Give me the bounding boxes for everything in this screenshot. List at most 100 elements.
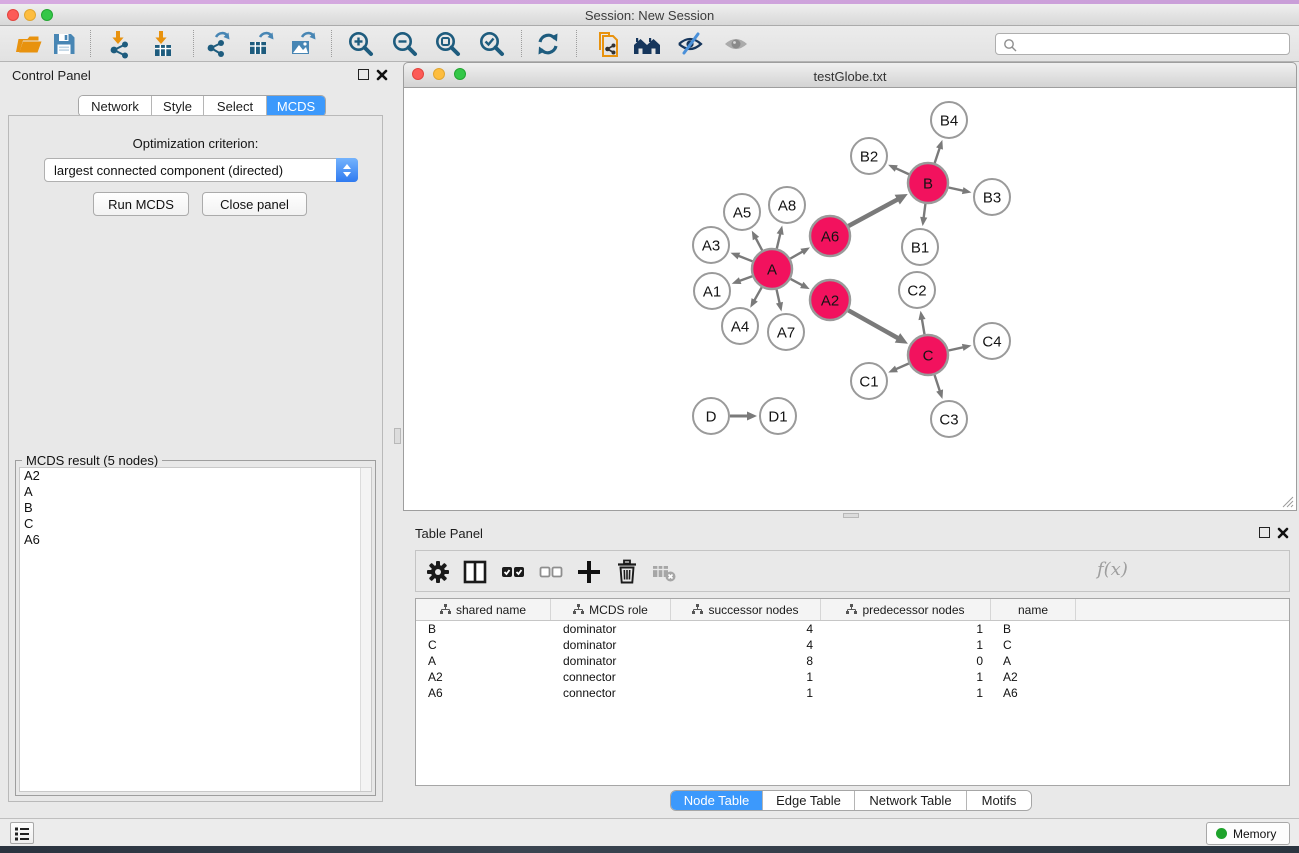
- node-table[interactable]: shared name MCDS role successor nodes pr…: [415, 598, 1290, 786]
- resize-grip-icon[interactable]: [1281, 495, 1294, 508]
- graph-edge[interactable]: [777, 289, 780, 303]
- close-panel-icon[interactable]: [376, 68, 388, 86]
- zoom-fit-icon[interactable]: [433, 29, 463, 59]
- open-session-icon[interactable]: [13, 29, 43, 59]
- network-canvas[interactable]: B4B2BB3A5A8A6A3B1AA1A2C2A4A7C4CC1C3DD1: [403, 88, 1297, 511]
- function-builder-icon[interactable]: f(x): [1097, 559, 1128, 580]
- clear-table-icon[interactable]: [650, 558, 678, 586]
- table-cell[interactable]: A: [991, 653, 1076, 669]
- show-graphics-icon[interactable]: [675, 29, 705, 59]
- table-cell[interactable]: connector: [551, 685, 671, 701]
- mcds-result-item[interactable]: C: [20, 516, 371, 532]
- mcds-result-item[interactable]: A: [20, 484, 371, 500]
- zoom-out-icon[interactable]: [390, 29, 420, 59]
- table-cell[interactable]: B: [416, 621, 551, 637]
- table-cell[interactable]: 1: [821, 637, 991, 653]
- mcds-result-item[interactable]: A6: [20, 532, 371, 548]
- column-header-mcds-role[interactable]: MCDS role: [551, 599, 671, 620]
- graph-edge[interactable]: [895, 168, 909, 174]
- close-panel-icon[interactable]: [1277, 526, 1289, 544]
- table-cell[interactable]: A6: [416, 685, 551, 701]
- tab-edge-table[interactable]: Edge Table: [763, 791, 855, 810]
- table-cell[interactable]: dominator: [551, 653, 671, 669]
- table-cell[interactable]: C: [991, 637, 1076, 653]
- zoom-in-icon[interactable]: [346, 29, 376, 59]
- tab-node-table[interactable]: Node Table: [671, 791, 763, 810]
- table-cell[interactable]: B: [991, 621, 1076, 637]
- table-cell[interactable]: dominator: [551, 621, 671, 637]
- export-table-icon[interactable]: [246, 29, 276, 59]
- table-row[interactable]: Adominator80A: [416, 653, 1289, 669]
- column-header-name[interactable]: name: [991, 599, 1076, 620]
- table-cell[interactable]: 8: [671, 653, 821, 669]
- float-panel-icon[interactable]: [358, 69, 369, 80]
- table-cell[interactable]: 1: [671, 685, 821, 701]
- save-session-icon[interactable]: [49, 29, 79, 59]
- graph-edge[interactable]: [777, 233, 781, 248]
- unselect-all-icon[interactable]: [537, 558, 565, 586]
- tab-mcds[interactable]: MCDS: [267, 96, 325, 116]
- table-cell[interactable]: 1: [821, 685, 991, 701]
- table-row[interactable]: Bdominator41B: [416, 621, 1289, 637]
- split-panel-icon[interactable]: [461, 558, 489, 586]
- graph-edge[interactable]: [738, 256, 752, 262]
- import-network-icon[interactable]: [105, 29, 135, 59]
- table-cell[interactable]: A: [416, 653, 551, 669]
- graph-edge[interactable]: [739, 276, 752, 281]
- table-cell[interactable]: A6: [991, 685, 1076, 701]
- tab-select[interactable]: Select: [204, 96, 267, 116]
- zoom-selected-icon[interactable]: [477, 29, 507, 59]
- task-history-button[interactable]: [10, 822, 34, 844]
- search-input[interactable]: [995, 33, 1290, 55]
- graph-edge[interactable]: [791, 279, 803, 285]
- import-table-icon[interactable]: [148, 29, 178, 59]
- tab-motifs[interactable]: Motifs: [967, 791, 1031, 810]
- close-panel-button[interactable]: Close panel: [202, 192, 307, 216]
- table-cell[interactable]: connector: [551, 669, 671, 685]
- network-window-titlebar[interactable]: testGlobe.txt: [403, 62, 1297, 88]
- duplicate-network-icon[interactable]: [592, 29, 622, 59]
- table-cell[interactable]: 0: [821, 653, 991, 669]
- run-mcds-button[interactable]: Run MCDS: [93, 192, 189, 216]
- column-header-predecessor-nodes[interactable]: predecessor nodes: [821, 599, 991, 620]
- refresh-icon[interactable]: [533, 29, 563, 59]
- export-network-icon[interactable]: [203, 29, 233, 59]
- splitter-handle[interactable]: [394, 428, 401, 444]
- gear-icon[interactable]: [424, 558, 452, 586]
- delete-icon[interactable]: [613, 558, 641, 586]
- graph-edge[interactable]: [848, 199, 898, 226]
- add-column-icon[interactable]: [575, 558, 603, 586]
- tab-style[interactable]: Style: [152, 96, 204, 116]
- table-cell[interactable]: 4: [671, 637, 821, 653]
- network-graph[interactable]: B4B2BB3A5A8A6A3B1AA1A2C2A4A7C4CC1C3DD1: [404, 88, 1296, 509]
- splitter-handle[interactable]: [843, 513, 859, 518]
- graph-edge[interactable]: [924, 204, 926, 218]
- memory-button[interactable]: Memory: [1206, 822, 1290, 845]
- table-row[interactable]: A2connector11A2: [416, 669, 1289, 685]
- graph-edge[interactable]: [848, 310, 898, 338]
- graph-edge[interactable]: [756, 238, 763, 251]
- table-cell[interactable]: 1: [671, 669, 821, 685]
- home-icon[interactable]: [632, 29, 662, 59]
- table-cell[interactable]: C: [416, 637, 551, 653]
- mcds-result-item[interactable]: A2: [20, 468, 371, 484]
- mcds-result-list[interactable]: A2ABCA6: [19, 467, 372, 792]
- graph-edge[interactable]: [754, 287, 762, 300]
- graph-edge[interactable]: [922, 319, 925, 335]
- mcds-result-item[interactable]: B: [20, 500, 371, 516]
- graph-edge[interactable]: [935, 375, 940, 391]
- eye-icon[interactable]: [721, 29, 751, 59]
- table-cell[interactable]: dominator: [551, 637, 671, 653]
- column-header-shared-name[interactable]: shared name: [416, 599, 551, 620]
- table-cell[interactable]: 1: [821, 669, 991, 685]
- scrollbar-track[interactable]: [360, 468, 371, 791]
- table-cell[interactable]: 1: [821, 621, 991, 637]
- criterion-dropdown[interactable]: largest connected component (directed): [44, 158, 358, 182]
- table-row[interactable]: Cdominator41C: [416, 637, 1289, 653]
- graph-edge[interactable]: [790, 251, 803, 258]
- column-header-successor-nodes[interactable]: successor nodes: [671, 599, 821, 620]
- graph-edge[interactable]: [949, 347, 964, 350]
- graph-edge[interactable]: [935, 148, 940, 164]
- graph-edge[interactable]: [896, 363, 909, 369]
- tab-network-table[interactable]: Network Table: [855, 791, 967, 810]
